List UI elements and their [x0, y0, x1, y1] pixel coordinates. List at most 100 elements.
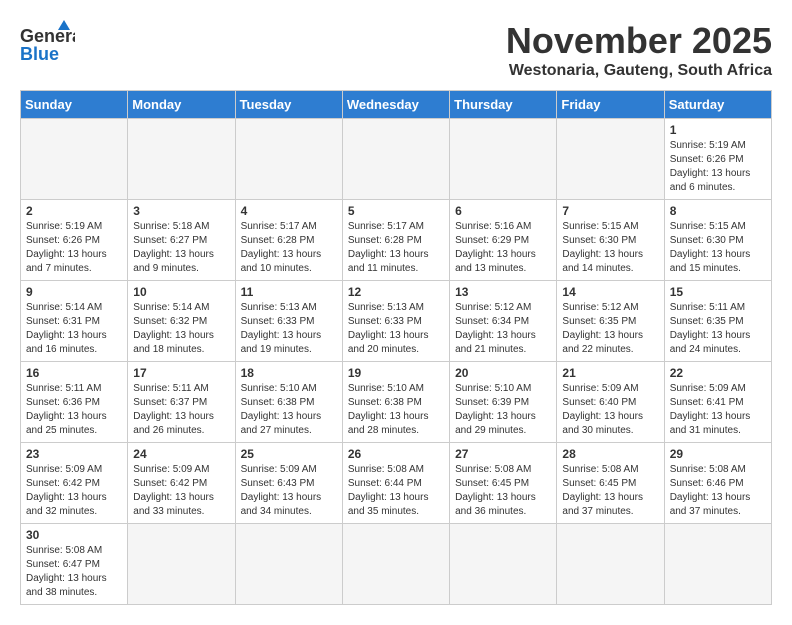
calendar-cell: 21Sunrise: 5:09 AM Sunset: 6:40 PM Dayli… — [557, 362, 664, 443]
day-number: 11 — [241, 285, 337, 299]
calendar-cell: 10 Sunrise: 5:14 AM Sunset: 6:32 PM Dayli… — [128, 281, 235, 362]
calendar-cell: 18 Sunrise: 5:10 AM Sunset: 6:38 PM Dayli… — [235, 362, 342, 443]
svg-text:Blue: Blue — [20, 44, 59, 64]
day-info: Sunrise: 5:10 AM Sunset: 6:39 PM Dayligh… — [455, 382, 551, 438]
day-info: Sunrise: 5:10 AM Sunset: 6:38 PM Dayligh… — [348, 382, 444, 438]
day-info: Sunrise: 5:08 AM Sunset: 6:44 PM Dayligh… — [348, 463, 444, 519]
calendar-cell: 15Sunrise: 5:11 AM Sunset: 6:35 PM Dayli… — [664, 281, 771, 362]
month-title: November 2025 — [506, 20, 772, 62]
calendar-cell — [557, 119, 664, 200]
calendar-cell: 19Sunrise: 5:10 AM Sunset: 6:38 PM Dayli… — [342, 362, 449, 443]
calendar-cell — [21, 119, 128, 200]
day-info: Sunrise: 5:08 AM Sunset: 6:47 PM Dayligh… — [26, 544, 122, 600]
calendar-week-row: 2 Sunrise: 5:19 AM Sunset: 6:26 PM Daylig… — [21, 200, 772, 281]
calendar-cell — [235, 119, 342, 200]
day-number: 30 — [26, 528, 122, 542]
day-number: 13 — [455, 285, 551, 299]
day-info: Sunrise: 5:08 AM Sunset: 6:45 PM Dayligh… — [562, 463, 658, 519]
day-number: 21 — [562, 366, 658, 380]
day-number: 23 — [26, 447, 122, 461]
calendar-cell: 28Sunrise: 5:08 AM Sunset: 6:45 PM Dayli… — [557, 443, 664, 524]
calendar-cell: 17 Sunrise: 5:11 AM Sunset: 6:37 PM Dayli… — [128, 362, 235, 443]
calendar-cell — [235, 524, 342, 605]
day-info: Sunrise: 5:11 AM Sunset: 6:36 PM Dayligh… — [26, 382, 122, 438]
calendar-cell: 5Sunrise: 5:17 AM Sunset: 6:28 PM Daylig… — [342, 200, 449, 281]
day-number: 18 — [241, 366, 337, 380]
day-info: Sunrise: 5:11 AM Sunset: 6:37 PM Dayligh… — [133, 382, 229, 438]
location-title: Westonaria, Gauteng, South Africa — [506, 62, 772, 80]
day-info: Sunrise: 5:09 AM Sunset: 6:42 PM Dayligh… — [26, 463, 122, 519]
day-number: 27 — [455, 447, 551, 461]
day-number: 17 — [133, 366, 229, 380]
day-header-wednesday: Wednesday — [342, 91, 449, 119]
day-header-thursday: Thursday — [450, 91, 557, 119]
day-number: 3 — [133, 204, 229, 218]
day-info: Sunrise: 5:13 AM Sunset: 6:33 PM Dayligh… — [348, 301, 444, 357]
day-info: Sunrise: 5:16 AM Sunset: 6:29 PM Dayligh… — [455, 220, 551, 276]
calendar-cell — [128, 119, 235, 200]
day-info: Sunrise: 5:19 AM Sunset: 6:26 PM Dayligh… — [670, 139, 766, 195]
logo: General Blue — [20, 20, 75, 68]
calendar-cell: 20 Sunrise: 5:10 AM Sunset: 6:39 PM Dayli… — [450, 362, 557, 443]
calendar-cell: 8Sunrise: 5:15 AM Sunset: 6:30 PM Daylig… — [664, 200, 771, 281]
calendar-cell: 11Sunrise: 5:13 AM Sunset: 6:33 PM Dayli… — [235, 281, 342, 362]
calendar-cell: 30 Sunrise: 5:08 AM Sunset: 6:47 PM Dayli… — [21, 524, 128, 605]
day-number: 2 — [26, 204, 122, 218]
calendar-cell: 12 Sunrise: 5:13 AM Sunset: 6:33 PM Dayli… — [342, 281, 449, 362]
calendar-cell: 9Sunrise: 5:14 AM Sunset: 6:31 PM Daylig… — [21, 281, 128, 362]
day-number: 15 — [670, 285, 766, 299]
calendar-cell — [128, 524, 235, 605]
calendar-cell: 27 Sunrise: 5:08 AM Sunset: 6:45 PM Dayli… — [450, 443, 557, 524]
day-number: 7 — [562, 204, 658, 218]
calendar-week-row: 1Sunrise: 5:19 AM Sunset: 6:26 PM Daylig… — [21, 119, 772, 200]
calendar-cell — [450, 524, 557, 605]
day-header-friday: Friday — [557, 91, 664, 119]
day-info: Sunrise: 5:15 AM Sunset: 6:30 PM Dayligh… — [562, 220, 658, 276]
day-header-tuesday: Tuesday — [235, 91, 342, 119]
day-info: Sunrise: 5:18 AM Sunset: 6:27 PM Dayligh… — [133, 220, 229, 276]
calendar-cell — [664, 524, 771, 605]
day-header-monday: Monday — [128, 91, 235, 119]
day-info: Sunrise: 5:08 AM Sunset: 6:45 PM Dayligh… — [455, 463, 551, 519]
calendar-cell: 23 Sunrise: 5:09 AM Sunset: 6:42 PM Dayli… — [21, 443, 128, 524]
day-number: 9 — [26, 285, 122, 299]
calendar-cell — [450, 119, 557, 200]
calendar-cell: 13 Sunrise: 5:12 AM Sunset: 6:34 PM Dayli… — [450, 281, 557, 362]
day-info: Sunrise: 5:09 AM Sunset: 6:43 PM Dayligh… — [241, 463, 337, 519]
day-number: 6 — [455, 204, 551, 218]
day-info: Sunrise: 5:14 AM Sunset: 6:32 PM Dayligh… — [133, 301, 229, 357]
calendar-cell: 25 Sunrise: 5:09 AM Sunset: 6:43 PM Dayli… — [235, 443, 342, 524]
calendar-cell: 6 Sunrise: 5:16 AM Sunset: 6:29 PM Daylig… — [450, 200, 557, 281]
day-header-saturday: Saturday — [664, 91, 771, 119]
day-info: Sunrise: 5:17 AM Sunset: 6:28 PM Dayligh… — [241, 220, 337, 276]
calendar-cell: 1Sunrise: 5:19 AM Sunset: 6:26 PM Daylig… — [664, 119, 771, 200]
day-number: 10 — [133, 285, 229, 299]
day-number: 4 — [241, 204, 337, 218]
day-number: 26 — [348, 447, 444, 461]
day-number: 14 — [562, 285, 658, 299]
calendar-cell — [557, 524, 664, 605]
day-number: 12 — [348, 285, 444, 299]
day-info: Sunrise: 5:12 AM Sunset: 6:34 PM Dayligh… — [455, 301, 551, 357]
calendar-cell: 24Sunrise: 5:09 AM Sunset: 6:42 PM Dayli… — [128, 443, 235, 524]
calendar-cell: 4 Sunrise: 5:17 AM Sunset: 6:28 PM Daylig… — [235, 200, 342, 281]
day-info: Sunrise: 5:10 AM Sunset: 6:38 PM Dayligh… — [241, 382, 337, 438]
calendar-week-row: 23 Sunrise: 5:09 AM Sunset: 6:42 PM Dayli… — [21, 443, 772, 524]
calendar-week-row: 9Sunrise: 5:14 AM Sunset: 6:31 PM Daylig… — [21, 281, 772, 362]
day-number: 25 — [241, 447, 337, 461]
day-info: Sunrise: 5:19 AM Sunset: 6:26 PM Dayligh… — [26, 220, 122, 276]
calendar-cell — [342, 119, 449, 200]
calendar-week-row: 30 Sunrise: 5:08 AM Sunset: 6:47 PM Dayli… — [21, 524, 772, 605]
day-number: 20 — [455, 366, 551, 380]
calendar-cell: 14 Sunrise: 5:12 AM Sunset: 6:35 PM Dayli… — [557, 281, 664, 362]
day-info: Sunrise: 5:15 AM Sunset: 6:30 PM Dayligh… — [670, 220, 766, 276]
day-number: 16 — [26, 366, 122, 380]
calendar-cell: 3 Sunrise: 5:18 AM Sunset: 6:27 PM Daylig… — [128, 200, 235, 281]
calendar-table: SundayMondayTuesdayWednesdayThursdayFrid… — [20, 90, 772, 605]
logo-icon: General Blue — [20, 20, 75, 68]
calendar-cell: 29Sunrise: 5:08 AM Sunset: 6:46 PM Dayli… — [664, 443, 771, 524]
day-info: Sunrise: 5:12 AM Sunset: 6:35 PM Dayligh… — [562, 301, 658, 357]
day-number: 22 — [670, 366, 766, 380]
calendar-cell — [342, 524, 449, 605]
calendar-cell: 16 Sunrise: 5:11 AM Sunset: 6:36 PM Dayli… — [21, 362, 128, 443]
